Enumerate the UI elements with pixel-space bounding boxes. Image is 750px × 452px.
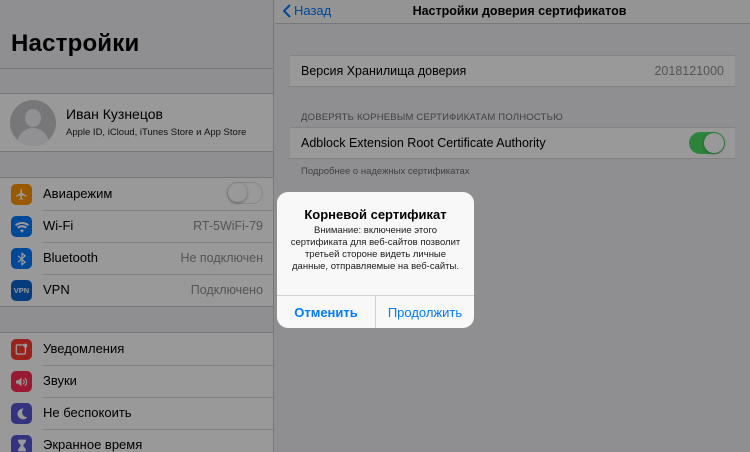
continue-button[interactable]: Продолжить [376, 296, 474, 328]
alert-buttons: Отменить Продолжить [277, 295, 474, 328]
root-certificate-alert: Корневой сертификат Внимание: включение … [277, 192, 474, 328]
cancel-button[interactable]: Отменить [277, 296, 376, 328]
alert-message: Внимание: включение этого сертификата дл… [290, 225, 461, 272]
alert-title: Корневой сертификат [304, 207, 447, 222]
